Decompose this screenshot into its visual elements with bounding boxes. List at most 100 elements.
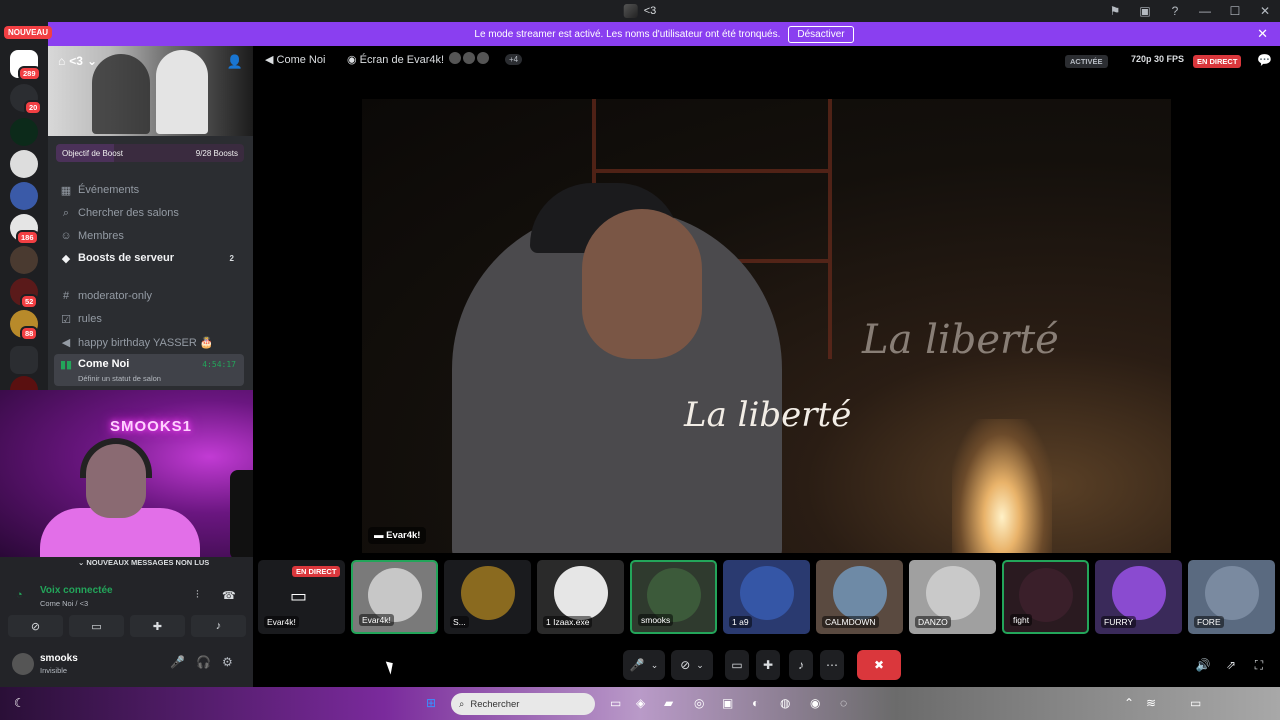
participant-tile[interactable]: DANZO — [909, 560, 996, 634]
mute-button[interactable]: 🎤 ⌄ — [623, 650, 665, 680]
screen-share-icon: ▭ — [91, 620, 102, 633]
participant-tile[interactable]: CALMDOWN — [816, 560, 903, 634]
stage-view: ◀ Come Noi ◉ Écran de Evar4k! +4 ACTIVÉE… — [253, 46, 1280, 687]
unread-messages-pill[interactable]: ⌄ NOUVEAUX MESSAGES NON LUS — [78, 558, 209, 567]
participant-tile[interactable]: FURRY — [1095, 560, 1182, 634]
participant-tile[interactable]: FORE — [1188, 560, 1275, 634]
maximize-button[interactable]: ☐ — [1220, 4, 1250, 18]
voice-channel-status[interactable]: Définir un statut de salon — [78, 374, 161, 383]
more-viewers-badge[interactable]: +4 — [505, 54, 523, 65]
fullscreen-icon[interactable]: ⛶ — [1249, 650, 1269, 680]
neon-sign: SMOOKS1 — [110, 418, 193, 435]
participant-tile[interactable]: 1 Izaax.exe — [537, 560, 624, 634]
browse-channels-item[interactable]: ⌕ Chercher des salons — [54, 203, 244, 223]
title-bar: <3 ⚑ ▣ ? — ☐ ✕ — [0, 0, 1280, 22]
copilot-icon[interactable]: ◈ — [636, 696, 645, 710]
minimize-button[interactable]: — — [1190, 4, 1220, 18]
start-icon[interactable]: ⊞ — [426, 696, 436, 710]
disconnect-icon[interactable]: ☎ — [222, 589, 236, 602]
weather-icon[interactable]: ☾ — [14, 696, 25, 710]
file-explorer-icon[interactable]: ▰ — [664, 696, 673, 710]
wifi-icon[interactable]: ≋ — [1146, 696, 1156, 710]
steam-icon[interactable]: ◍ — [780, 696, 790, 710]
participant-tile[interactable]: Evar4k! — [351, 560, 438, 634]
streamer-mode-banner: Le mode streamer est activé. Les noms d'… — [48, 22, 1280, 46]
stream-owner-name: Evar4k! — [386, 530, 421, 541]
streamer-mode-icon[interactable]: ▣ — [1130, 4, 1160, 18]
user-status: Invisible — [40, 666, 68, 675]
battery-icon[interactable]: ▭ — [1190, 696, 1201, 710]
close-window-button[interactable]: ✕ — [1250, 4, 1280, 18]
avatar — [553, 566, 608, 620]
more-icon: ⋯ — [826, 658, 838, 672]
stream-video[interactable]: La liberté La liberté ▬ Evar4k! — [362, 99, 1171, 553]
unread-text: NOUVEAUX MESSAGES NON LUS — [86, 558, 210, 567]
close-banner-icon[interactable]: ✕ — [1257, 26, 1268, 42]
server-boosts-item[interactable]: ◆ Boosts de serveur 2 — [54, 248, 244, 268]
chat-icon[interactable]: 💬 — [1257, 53, 1272, 67]
taskbar-search[interactable]: ⌕ Rechercher — [451, 693, 595, 715]
edge-icon[interactable]: ◎ — [694, 696, 704, 710]
soundboard-button[interactable]: ♪ — [191, 615, 246, 637]
tray-chevron-icon[interactable]: ⌃ — [1124, 696, 1134, 710]
participant-tile[interactable]: fight — [1002, 560, 1089, 634]
participant-tile[interactable]: smooks — [630, 560, 717, 634]
stage-channel[interactable]: ◀ Come Noi — [265, 53, 325, 66]
discord-icon[interactable]: ◐ — [752, 696, 759, 710]
channel-happy-birthday[interactable]: ◀ happy birthday YASSER 🎂 — [54, 332, 244, 352]
item-label: Événements — [78, 184, 140, 196]
screen-title-text: Écran de Evar4k! — [359, 54, 445, 66]
invite-icon[interactable]: 👤 — [227, 54, 243, 70]
app-icon[interactable]: ◌ — [840, 696, 847, 710]
tile-label: smooks — [638, 614, 674, 626]
volume-icon[interactable]: 🔊 — [1193, 650, 1213, 680]
participant-tile[interactable]: 1 a9 — [723, 560, 810, 634]
rules-icon: ☑ — [61, 313, 71, 326]
viewer-avatar — [477, 52, 489, 64]
boost-goal[interactable]: Objectif de Boost 9/28 Boosts — [56, 144, 244, 162]
channel-label: rules — [78, 313, 102, 325]
more-options-button[interactable]: ⋯ — [820, 650, 844, 680]
help-icon[interactable]: ? — [1160, 4, 1190, 18]
server-icon-4[interactable] — [10, 150, 38, 178]
voice-connected-label[interactable]: Voix connectée — [40, 585, 113, 596]
boost-count: 2 — [229, 253, 234, 263]
server-icon-3[interactable] — [10, 118, 38, 146]
inbox-icon[interactable]: ⚑ — [1100, 4, 1130, 18]
leave-call-button[interactable]: ✖ — [857, 650, 901, 680]
participant-tile-stream[interactable]: EN DIRECT ▭ Evar4k! — [258, 560, 345, 634]
share-screen-button[interactable]: ▭ — [69, 615, 124, 637]
activities-button[interactable]: ✚ — [130, 615, 185, 637]
tile-label: 1 a9 — [729, 616, 752, 628]
avatar — [460, 566, 515, 620]
tile-label: fight — [1010, 614, 1033, 626]
server-icon-7[interactable] — [10, 246, 38, 274]
settings-gear-icon[interactable]: ⚙ — [222, 655, 233, 669]
microphone-icon[interactable]: 🎤 — [170, 655, 185, 669]
camera-off-button[interactable]: ⊘ — [8, 615, 63, 637]
avatar[interactable] — [12, 653, 34, 675]
server-icon-5[interactable] — [10, 182, 38, 210]
folder-icon[interactable] — [10, 346, 38, 374]
soundboard-button[interactable]: ♪ — [789, 650, 813, 680]
task-view-icon[interactable]: ▭ — [610, 696, 621, 710]
share-screen-button[interactable]: ▭ — [725, 650, 749, 680]
server-name[interactable]: ⌂ <3 ⌄ — [58, 54, 97, 68]
store-icon[interactable]: ▣ — [722, 696, 733, 710]
username[interactable]: smooks — [40, 653, 78, 664]
headphones-icon[interactable]: 🎧 — [196, 655, 211, 669]
channel-moderator-only[interactable]: # moderator-only — [54, 286, 244, 306]
tile-label: Evar4k! — [359, 614, 394, 626]
activities-button[interactable]: ✚ — [756, 650, 780, 680]
noise-suppression-icon[interactable]: ⫶ — [196, 589, 199, 602]
disable-streamer-button[interactable]: Désactiver — [788, 25, 854, 43]
camera-button[interactable]: ⊘ ⌄ — [671, 650, 713, 680]
channel-rules[interactable]: ☑ rules — [54, 309, 244, 329]
voice-connected-sub[interactable]: Come Noi / <3 — [40, 599, 88, 608]
members-item[interactable]: ☺ Membres — [54, 226, 244, 246]
popout-icon[interactable]: ⇗ — [1221, 650, 1241, 680]
voice-channel-come-noi[interactable]: ▮▮ Come Noi Définir un statut de salon 4… — [54, 354, 244, 386]
events-item[interactable]: ▦ Événements — [54, 180, 244, 200]
spotify-icon[interactable]: ◉ — [810, 696, 820, 710]
participant-tile[interactable]: S... — [444, 560, 531, 634]
